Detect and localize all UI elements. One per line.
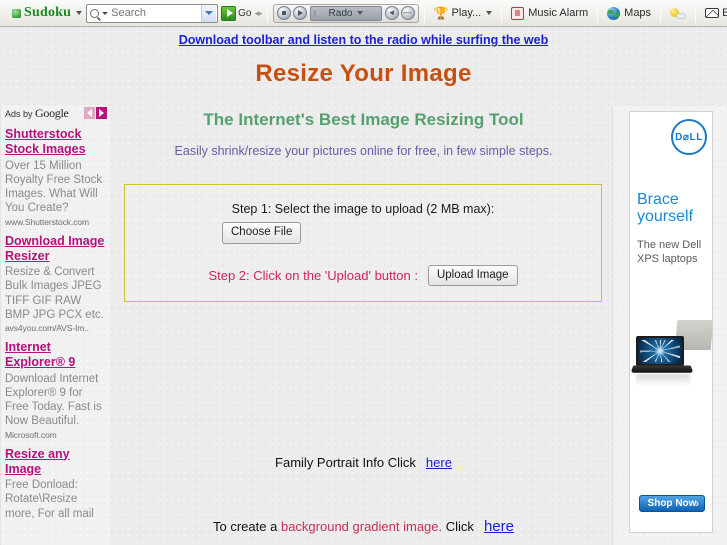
ad-unit: Internet Explorer® 9 Download Internet E…	[1, 340, 110, 440]
ad-display-url: www.Shutterstock.com	[5, 216, 89, 227]
brand-label: Sudoku	[24, 5, 72, 20]
trophy-icon: 🏆	[433, 6, 449, 20]
gradient-emphasis-text: background gradient image.	[280, 519, 443, 534]
ad-title-link[interactable]: Resize any Image	[5, 447, 107, 478]
volume-down-button[interactable]: ◄	[384, 6, 399, 20]
dell-ad-sidebar[interactable]: D⌀LL Brace yourself The new Dell XPS lap…	[612, 106, 727, 545]
chevron-down-icon	[76, 11, 83, 15]
toolbar-separator	[695, 3, 697, 23]
upload-image-button[interactable]: Upload Image	[427, 264, 518, 287]
sudoku-logo-icon	[12, 8, 21, 18]
search-engine-chevron-down-icon[interactable]	[102, 11, 109, 15]
download-toolbar-link[interactable]: Download toolbar and listen to the radio…	[179, 33, 548, 47]
gradient-mid-text: Click	[445, 519, 474, 534]
dell-ad-card[interactable]: D⌀LL Brace yourself The new Dell XPS lap…	[629, 111, 713, 533]
ad-unit: Download Image Resizer Resize & Convert …	[1, 234, 110, 334]
gradient-here-link[interactable]: here	[484, 518, 514, 535]
search-box[interactable]	[86, 3, 219, 23]
family-portrait-text: Family Portrait Info Click	[275, 455, 416, 470]
ad-description: Free Donload: Rotate\Resize more, For al…	[5, 479, 94, 520]
sun-cloud-weather-icon	[670, 7, 687, 20]
dell-subtext: The new Dell XPS laptops	[637, 239, 702, 265]
alarm-clock-icon	[511, 6, 525, 20]
go-button[interactable]: Go	[221, 5, 252, 21]
ad-title-link[interactable]: Download Image Resizer	[5, 234, 107, 265]
ads-prev-button[interactable]	[84, 107, 95, 119]
step1-label: Step 1: Select the image to upload (2 MB…	[231, 202, 495, 216]
go-label: Go	[238, 7, 252, 19]
play-games-button[interactable]: 🏆 Play...	[430, 3, 497, 24]
go-arrow-icon	[221, 5, 237, 21]
brand-sudoku-button[interactable]: Sudoku	[8, 3, 86, 24]
music-alarm-label: Music Alarm	[528, 7, 589, 19]
search-input[interactable]	[111, 7, 202, 19]
ad-description: Resize & Convert Bulk Images JPEG TIFF G…	[5, 266, 104, 321]
google-ads-sidebar: Ads by Google Shutterstock Stock Images …	[0, 105, 110, 545]
radio-station-label: Rado	[328, 7, 353, 19]
shop-now-button[interactable]: Shop Now	[639, 495, 705, 512]
laptop-image	[630, 320, 712, 392]
toolbar-separator	[501, 3, 503, 23]
browser-toolbar: Sudoku Go ◂▸ Rado ◄ — 🏆 Play... Music Al…	[0, 0, 727, 27]
ad-display-url: avs4you.com/AVS-Im..	[5, 323, 89, 333]
toolbar-separator	[660, 3, 662, 23]
maps-button[interactable]: Maps	[603, 3, 655, 24]
ad-unit: Shutterstock Stock Images Over 15 Millio…	[1, 127, 110, 227]
ad-description: Download Internet Explorer® 9 for Free T…	[5, 372, 102, 428]
ad-unit: Resize any Image Free Donload: Rotate\Re…	[1, 447, 110, 521]
step2-label: Step 2: Click on the 'Upload' button :	[208, 267, 418, 283]
choose-file-button[interactable]: Choose File	[222, 222, 302, 244]
ads-header: Ads by Google	[1, 105, 110, 120]
weather-button[interactable]	[666, 3, 690, 24]
search-history-dropdown-button[interactable]	[201, 4, 217, 22]
toolbar-overflow-icon[interactable]: ◂▸	[254, 8, 262, 19]
step2-row: Step 2: Click on the 'Upload' button : U…	[125, 264, 601, 287]
dell-headline: Brace yourself	[637, 191, 694, 226]
toolbar-separator	[423, 3, 425, 23]
toolbar-separator	[266, 3, 268, 23]
toolbar-separator	[597, 3, 599, 23]
volume-mute-button[interactable]: —	[400, 6, 415, 20]
radio-play-button[interactable]	[292, 6, 307, 20]
google-wordmark: Google	[35, 105, 69, 120]
page-title: Resize Your Image	[255, 60, 472, 87]
gradient-prefix-text: To create a	[213, 519, 278, 534]
ads-by-google-label: Ads by Google	[5, 106, 69, 121]
music-alarm-button[interactable]: Music Alarm	[507, 3, 592, 24]
family-portrait-here-link[interactable]: here	[426, 455, 452, 470]
equalizer-icon	[313, 9, 325, 17]
globe-icon	[607, 6, 621, 20]
ads-next-button[interactable]	[96, 107, 107, 119]
maps-label: Maps	[624, 7, 652, 19]
ad-description: Over 15 Million Royalty Free Stock Image…	[5, 159, 103, 215]
dell-wordmark: D⌀LL	[675, 131, 703, 143]
email-notifier-label: E-mail Notifer	[722, 7, 727, 19]
radio-stop-button[interactable]	[276, 6, 291, 20]
radio-station-display[interactable]: Rado	[309, 5, 382, 21]
toolbar-promo-row: Download toolbar and listen to the radio…	[0, 27, 727, 47]
email-notifier-button[interactable]: E-mail Notifer	[701, 3, 727, 24]
radio-player[interactable]: Rado ◄ —	[272, 3, 419, 23]
radio-chevron-down-icon[interactable]	[357, 11, 364, 15]
ad-display-url: Microsoft.com	[5, 429, 57, 440]
envelope-icon	[705, 8, 720, 18]
play-label: Play...	[451, 7, 482, 19]
ad-title-link[interactable]: Shutterstock Stock Images	[5, 127, 107, 158]
dell-logo-icon: D⌀LL	[671, 119, 707, 155]
upload-form-panel: Step 1: Select the image to upload (2 MB…	[124, 184, 602, 302]
search-icon	[90, 8, 100, 18]
choose-file-row: Choose File	[125, 222, 601, 244]
shop-now-label: Shop Now	[647, 498, 697, 509]
ad-title-link[interactable]: Internet Explorer® 9	[5, 340, 107, 371]
ads-by-prefix: Ads by	[5, 108, 33, 119]
play-chevron-down-icon	[486, 11, 493, 15]
